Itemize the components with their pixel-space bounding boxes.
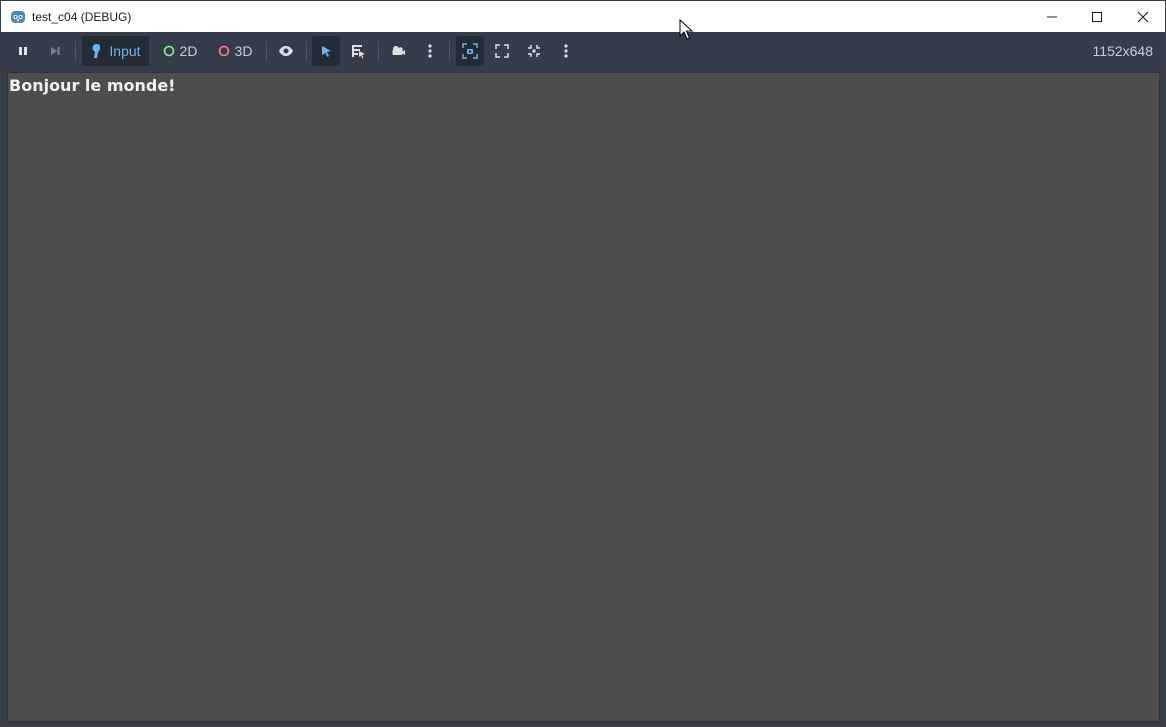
fit-view-icon (495, 44, 509, 58)
mouse-cursor-icon (679, 19, 693, 40)
circle-3d-icon (218, 45, 229, 57)
visibility-icon (279, 46, 293, 56)
close-button[interactable] (1120, 1, 1166, 32)
select-tool-button[interactable] (312, 36, 340, 66)
next-frame-button[interactable] (41, 36, 69, 66)
minimize-button[interactable] (1029, 1, 1075, 32)
toolbar-separator (266, 41, 267, 61)
fit-view-button[interactable] (488, 36, 516, 66)
3d-mode-label: 3D (234, 43, 253, 59)
window-title: test_c04 (DEBUG) (32, 10, 132, 24)
reset-view-icon (528, 45, 540, 57)
camera-icon (392, 46, 405, 55)
select-arrow-icon (322, 46, 331, 57)
circle-2d-icon (163, 45, 174, 57)
camera-override-button[interactable] (456, 36, 484, 66)
pause-icon (19, 47, 27, 55)
reset-view-button[interactable] (520, 36, 548, 66)
title-bar[interactable]: test_c04 (DEBUG) (1, 1, 1165, 32)
input-mode-label: Input (109, 43, 141, 59)
toolbar-separator (75, 41, 76, 61)
visibility-button[interactable] (272, 36, 300, 66)
2d-mode-button[interactable]: 2D (156, 36, 204, 66)
toolbar-separator (306, 41, 307, 61)
maximize-button[interactable] (1074, 1, 1120, 32)
game-label: Bonjour le monde! (9, 76, 176, 95)
more-vertical-icon (564, 44, 568, 58)
3d-mode-button[interactable]: 3D (211, 36, 259, 66)
minimize-icon (1047, 16, 1057, 17)
godot-app-icon (11, 11, 25, 23)
more-vertical-icon (428, 44, 432, 58)
toolbar-separator (378, 41, 379, 61)
2d-mode-label: 2D (179, 43, 198, 59)
input-icon (93, 44, 101, 58)
game-toolbar: Input 2D 3D 1152x648 (1, 32, 1165, 70)
game-window: test_c04 (DEBUG) Input 2D 3D 1152x648 Bo… (0, 0, 1166, 727)
view-options-button[interactable] (555, 36, 577, 66)
list-select-icon (352, 45, 365, 59)
toolbar-separator (449, 41, 450, 61)
input-mode-button[interactable]: Input (82, 36, 149, 66)
camera-override-icon (462, 43, 478, 59)
camera-options-button[interactable] (419, 36, 441, 66)
game-viewport[interactable]: Bonjour le monde! (7, 72, 1160, 722)
close-icon (1137, 11, 1149, 22)
next-frame-icon (51, 47, 60, 55)
maximize-icon (1092, 11, 1102, 22)
pause-button[interactable] (9, 36, 37, 66)
list-select-button[interactable] (344, 36, 372, 66)
camera-button[interactable] (384, 36, 412, 66)
resolution-readout: 1152x648 (1092, 43, 1153, 59)
